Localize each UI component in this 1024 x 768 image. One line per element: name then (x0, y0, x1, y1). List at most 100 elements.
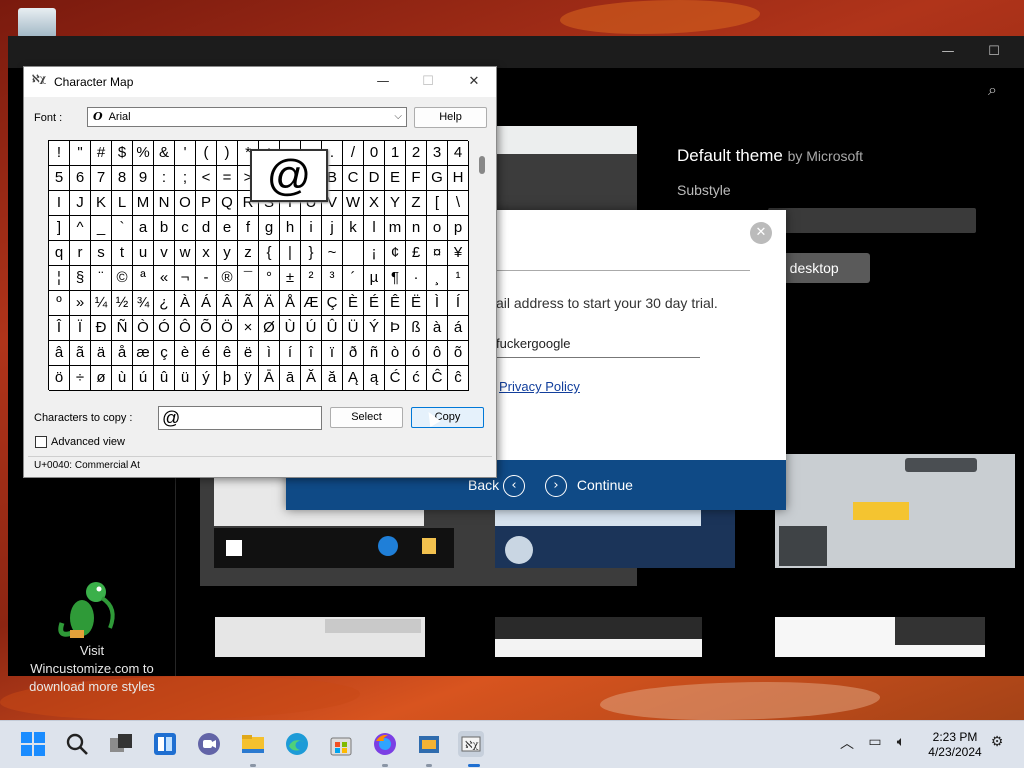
character-cell[interactable]: Ñ (112, 316, 133, 341)
help-button[interactable]: Help (414, 107, 487, 128)
character-cell[interactable]: õ (448, 341, 469, 366)
character-cell[interactable]: 8 (112, 166, 133, 191)
character-cell[interactable]: % (133, 141, 154, 166)
search-icon[interactable]: ⌕ (988, 80, 997, 100)
character-cell[interactable]: ( (196, 141, 217, 166)
character-cell[interactable]: # (91, 141, 112, 166)
character-cell[interactable]: × (238, 316, 259, 341)
character-cell[interactable]: } (301, 241, 322, 266)
character-cell[interactable]: = (217, 166, 238, 191)
character-cell[interactable]: ¬ (175, 266, 196, 291)
promo-text[interactable]: Visit Wincustomize.com to download more … (14, 642, 170, 696)
minimize-icon[interactable]: — (368, 71, 398, 93)
file-explorer-icon[interactable] (240, 731, 266, 757)
character-cell[interactable]: è (175, 341, 196, 366)
character-cell[interactable]: x (196, 241, 217, 266)
character-cell[interactable]: ¤ (427, 241, 448, 266)
character-cell[interactable]: ¼ (91, 291, 112, 316)
edge-icon[interactable] (284, 731, 310, 757)
character-cell[interactable]: 1 (385, 141, 406, 166)
character-cell[interactable]: Û (322, 316, 343, 341)
character-cell[interactable]: H (448, 166, 469, 191)
character-cell[interactable]: J (70, 191, 91, 216)
character-cell[interactable]: < (196, 166, 217, 191)
character-cell[interactable]: C (343, 166, 364, 191)
character-cell[interactable]: ¦ (49, 266, 70, 291)
character-cell[interactable]: h (280, 216, 301, 241)
volume-muted-icon[interactable]: 🔈︎ (892, 734, 910, 752)
character-cell[interactable]: Ô (175, 316, 196, 341)
character-cell[interactable]: 5 (49, 166, 70, 191)
character-cell[interactable]: Ð (91, 316, 112, 341)
character-cell[interactable]: Ó (154, 316, 175, 341)
character-cell[interactable]: Ć (385, 366, 406, 391)
character-cell[interactable] (343, 241, 364, 266)
character-cell[interactable]: ù (112, 366, 133, 391)
character-cell[interactable]: ĉ (448, 366, 469, 391)
character-cell[interactable]: 6 (70, 166, 91, 191)
character-cell[interactable]: É (364, 291, 385, 316)
character-cell[interactable]: ì (259, 341, 280, 366)
character-cell[interactable]: ç (154, 341, 175, 366)
character-cell[interactable]: Ê (385, 291, 406, 316)
character-cell[interactable]: å (112, 341, 133, 366)
character-cell[interactable]: È (343, 291, 364, 316)
character-cell[interactable]: _ (91, 216, 112, 241)
character-cell[interactable]: ă (322, 366, 343, 391)
character-cell[interactable]: ą (364, 366, 385, 391)
email-field[interactable]: fuckergoogle (496, 336, 700, 358)
character-cell[interactable]: ) (217, 141, 238, 166)
character-cell[interactable]: j (322, 216, 343, 241)
character-cell[interactable]: Í (448, 291, 469, 316)
minimize-icon[interactable]: — (938, 42, 958, 62)
close-icon[interactable]: ✕ (459, 71, 489, 93)
character-cell[interactable]: â (49, 341, 70, 366)
character-cell[interactable]: L (112, 191, 133, 216)
character-cell[interactable]: ` (112, 216, 133, 241)
character-cell[interactable]: º (49, 291, 70, 316)
character-cell[interactable]: n (406, 216, 427, 241)
character-cell[interactable]: Þ (385, 316, 406, 341)
character-cell[interactable]: f (238, 216, 259, 241)
character-cell[interactable]: W (343, 191, 364, 216)
character-cell[interactable]: í (280, 341, 301, 366)
character-cell[interactable]: t (112, 241, 133, 266)
character-cell[interactable]: Â (217, 291, 238, 316)
search-icon[interactable] (64, 731, 90, 757)
character-cell[interactable]: O (175, 191, 196, 216)
character-cell[interactable]: û (154, 366, 175, 391)
character-cell[interactable]: Ç (322, 291, 343, 316)
character-cell[interactable]: ä (91, 341, 112, 366)
character-cell[interactable]: " (70, 141, 91, 166)
character-cell[interactable]: [ (427, 191, 448, 216)
character-cell[interactable]: I (49, 191, 70, 216)
character-cell[interactable]: Ò (133, 316, 154, 341)
app-icon[interactable] (416, 731, 442, 757)
character-cell[interactable]: Ï (70, 316, 91, 341)
character-cell[interactable]: ¥ (448, 241, 469, 266)
character-cell[interactable]: ¢ (385, 241, 406, 266)
character-cell[interactable]: ¿ (154, 291, 175, 316)
character-cell[interactable]: £ (406, 241, 427, 266)
character-cell[interactable]: ó (406, 341, 427, 366)
character-cell[interactable]: µ (364, 266, 385, 291)
character-cell[interactable]: 9 (133, 166, 154, 191)
character-cell[interactable]: Q (217, 191, 238, 216)
character-cell[interactable]: à (427, 316, 448, 341)
character-cell[interactable]: : (154, 166, 175, 191)
character-cell[interactable]: b (154, 216, 175, 241)
character-cell[interactable]: © (112, 266, 133, 291)
character-cell[interactable]: ï (322, 341, 343, 366)
character-cell[interactable]: M (133, 191, 154, 216)
character-cell[interactable]: r (70, 241, 91, 266)
character-cell[interactable]: ð (343, 341, 364, 366)
character-cell[interactable]: Ą (343, 366, 364, 391)
character-cell[interactable]: K (91, 191, 112, 216)
character-cell[interactable]: § (70, 266, 91, 291)
close-icon[interactable]: ✕ (750, 222, 772, 244)
notification-center-icon[interactable]: ⚙︎ (988, 734, 1006, 752)
character-cell[interactable]: » (70, 291, 91, 316)
widgets-icon[interactable] (152, 731, 178, 757)
character-cell[interactable]: g (259, 216, 280, 241)
character-cell[interactable]: ® (217, 266, 238, 291)
